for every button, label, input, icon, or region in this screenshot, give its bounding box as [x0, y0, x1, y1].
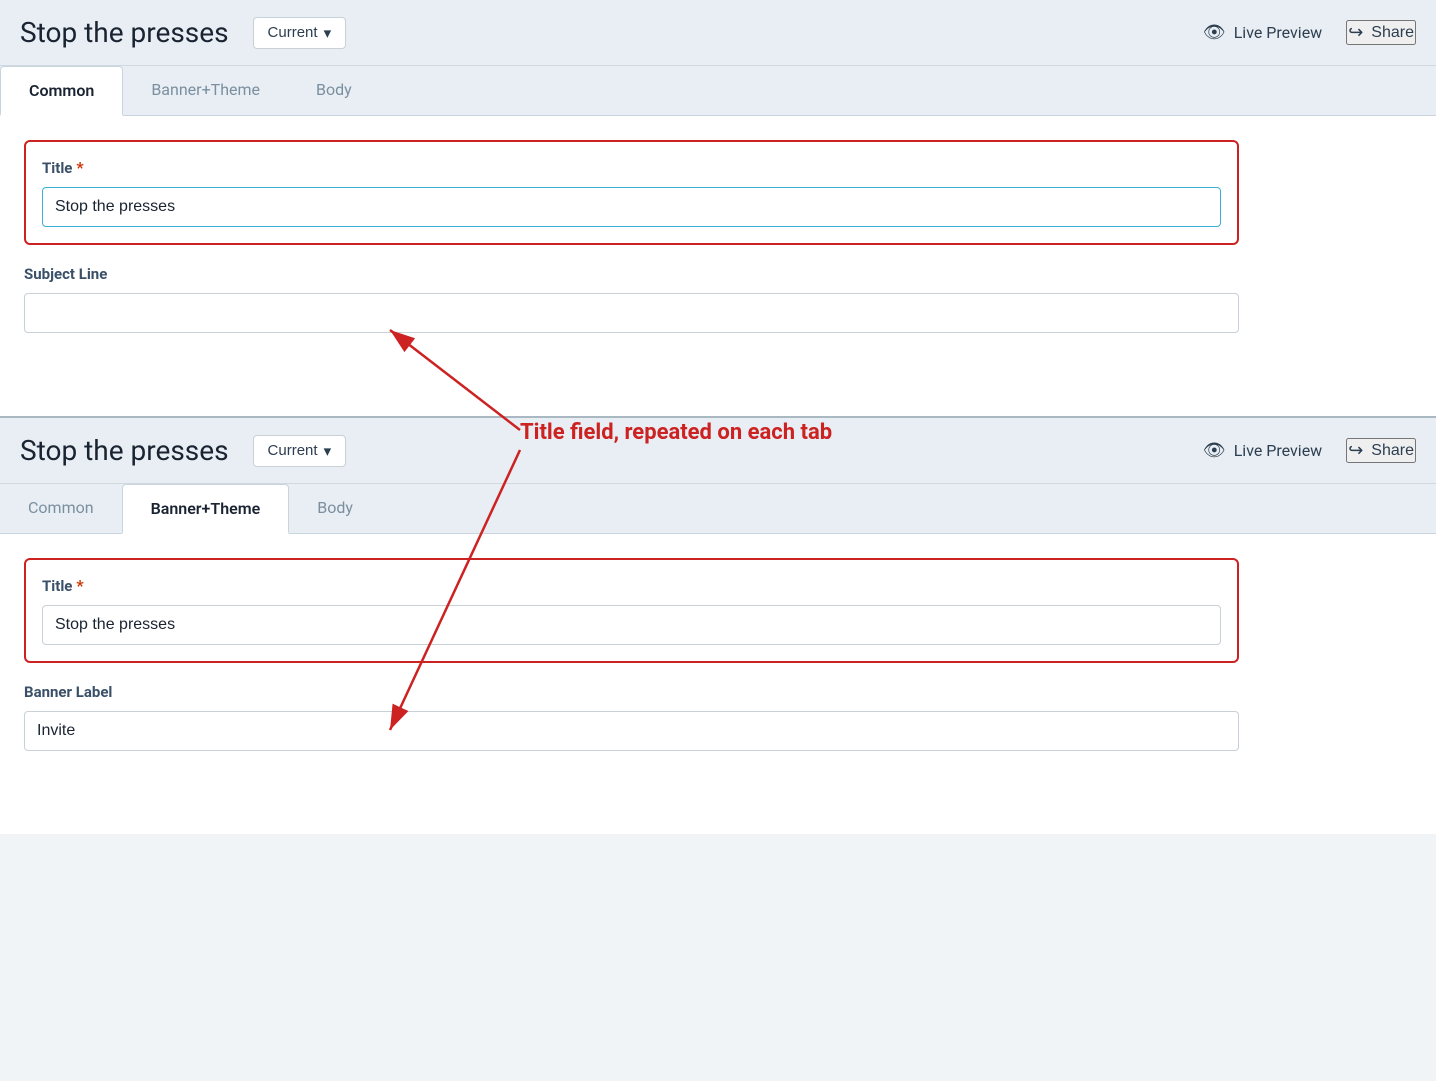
tab-body-2[interactable]: Body [289, 484, 381, 533]
banner-label-field-group-2: Banner Label [24, 683, 1239, 751]
tab-common-2[interactable]: Common [0, 484, 122, 533]
panel-2-header: Stop the presses Current ▾ 👁 Live Previe… [0, 418, 1436, 484]
title-input-2[interactable] [42, 605, 1221, 645]
title-input-1[interactable] [42, 187, 1221, 227]
app-container: Stop the presses Current ▾ 👁 Live Previe… [0, 0, 1436, 834]
chevron-down-icon-2: ▾ [324, 442, 332, 460]
eye-icon: 👁 [1203, 22, 1226, 43]
version-label-2: Current [268, 442, 318, 459]
subject-line-field-group-1: Subject Line [24, 265, 1239, 333]
live-preview-button-1[interactable]: 👁 Live Preview [1203, 22, 1322, 43]
required-star-2: * [76, 576, 83, 595]
chevron-down-icon: ▾ [324, 24, 332, 42]
live-preview-label-2: Live Preview [1234, 441, 1323, 460]
version-label-1: Current [268, 24, 318, 41]
title-label-1: Title * [42, 158, 1221, 177]
share-label-1: Share [1371, 24, 1414, 42]
panel-2: Stop the presses Current ▾ 👁 Live Previe… [0, 416, 1436, 834]
panel-2-title: Stop the presses [20, 434, 229, 467]
share-icon-2: ↪ [1348, 440, 1363, 461]
banner-label-label-2: Banner Label [24, 683, 1239, 701]
panel-1-content: Title * Subject Line [0, 116, 1436, 416]
share-button-2[interactable]: ↪ Share [1346, 438, 1416, 463]
panel-2-content: Title * Banner Label [0, 534, 1436, 834]
required-star-1: * [76, 158, 83, 177]
tab-banner-theme-2[interactable]: Banner+Theme [122, 484, 290, 534]
version-dropdown-2[interactable]: Current ▾ [253, 435, 347, 467]
panel-1: Stop the presses Current ▾ 👁 Live Previe… [0, 0, 1436, 416]
live-preview-button-2[interactable]: 👁 Live Preview [1203, 440, 1322, 461]
panel-1-title: Stop the presses [20, 16, 229, 49]
title-field-group-1: Title * [24, 140, 1239, 245]
tabs-bar-2: Common Banner+Theme Body [0, 484, 1436, 534]
tab-banner-theme-1[interactable]: Banner+Theme [123, 66, 288, 115]
banner-label-input-2[interactable] [24, 711, 1239, 751]
tab-common-1[interactable]: Common [0, 66, 123, 116]
header-right-2: 👁 Live Preview ↪ Share [1203, 438, 1416, 463]
panel-1-header: Stop the presses Current ▾ 👁 Live Previe… [0, 0, 1436, 66]
tabs-bar-1: Common Banner+Theme Body [0, 66, 1436, 116]
title-field-group-2: Title * [24, 558, 1239, 663]
panel-2-form: Title * Banner Label [24, 558, 1239, 751]
live-preview-label-1: Live Preview [1234, 23, 1323, 42]
subject-line-input-1[interactable] [24, 293, 1239, 333]
header-right-1: 👁 Live Preview ↪ Share [1203, 20, 1416, 45]
eye-icon-2: 👁 [1203, 440, 1226, 461]
title-label-2: Title * [42, 576, 1221, 595]
tab-body-1[interactable]: Body [288, 66, 380, 115]
share-icon: ↪ [1348, 22, 1363, 43]
share-button-1[interactable]: ↪ Share [1346, 20, 1416, 45]
share-label-2: Share [1371, 442, 1414, 460]
panel-1-form: Title * Subject Line [24, 140, 1239, 333]
subject-line-label-1: Subject Line [24, 265, 1239, 283]
version-dropdown-1[interactable]: Current ▾ [253, 17, 347, 49]
